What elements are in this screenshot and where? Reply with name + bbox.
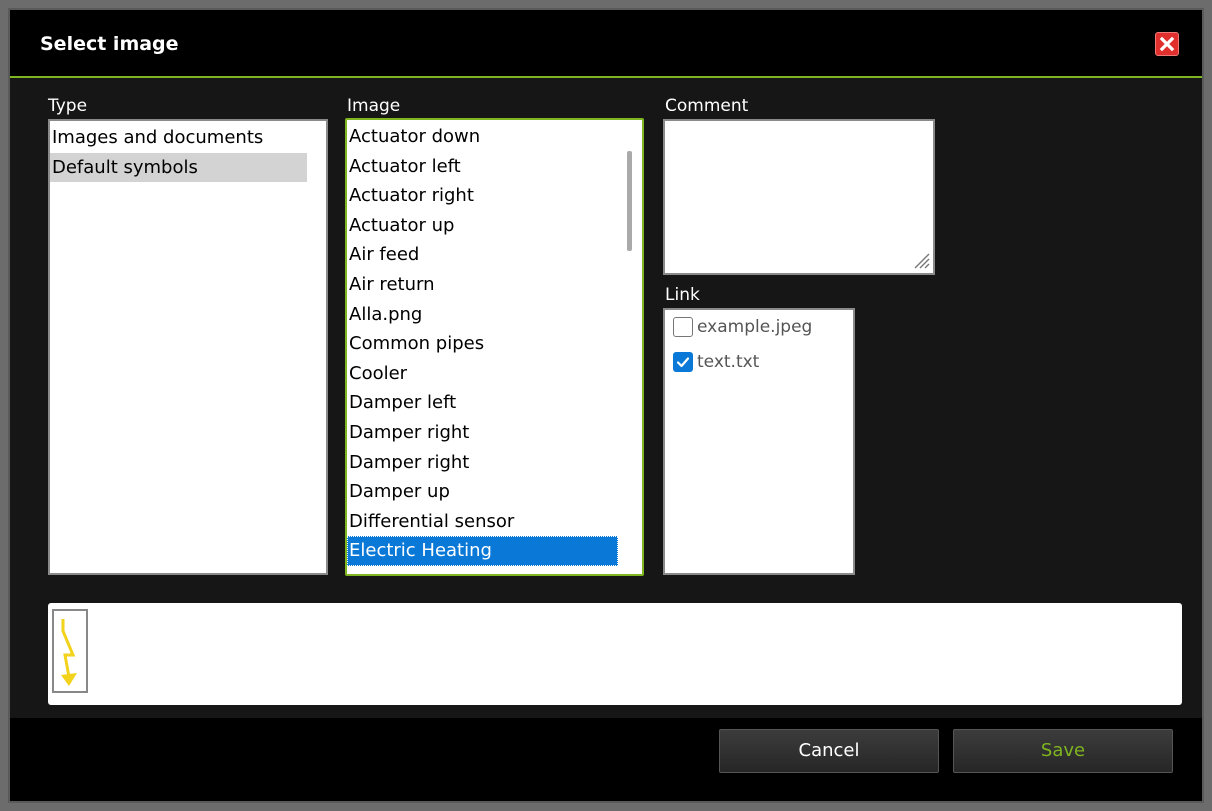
save-button[interactable]: Save [953, 729, 1173, 773]
image-item[interactable]: Air return [347, 270, 618, 300]
electric-heating-lightning-icon [61, 619, 77, 686]
comment-label: Comment [665, 96, 749, 116]
image-item[interactable]: Actuator left [347, 152, 618, 182]
dialog-titlebar: Select image [10, 10, 1202, 78]
dialog-title: Select image [40, 33, 179, 55]
cancel-button[interactable]: Cancel [719, 729, 939, 773]
link-row[interactable]: text.txt [673, 349, 759, 375]
link-name: example.jpeg [697, 317, 813, 337]
image-item[interactable]: Damper right [347, 418, 618, 448]
image-list-scrollbar[interactable] [627, 151, 632, 251]
image-item[interactable]: Damper right [347, 448, 618, 478]
image-label: Image [347, 96, 401, 116]
link-label: Link [665, 285, 700, 305]
image-item[interactable]: Actuator down [347, 122, 618, 152]
link-listbox: example.jpeg text.txt [663, 308, 855, 575]
symbol-thumbnail [52, 609, 88, 693]
type-label: Type [48, 96, 88, 116]
image-listbox[interactable]: Actuator down Actuator left Actuator rig… [345, 118, 644, 576]
resize-grip-icon[interactable] [907, 246, 931, 270]
link-checkbox[interactable] [673, 317, 693, 337]
select-image-dialog: Select image Type Images and documents D… [8, 8, 1204, 803]
type-item[interactable]: Images and documents [50, 123, 307, 153]
image-item[interactable]: Damper left [347, 388, 618, 418]
checkmark-icon [676, 357, 690, 368]
image-item[interactable]: Differential sensor [347, 507, 618, 537]
image-item[interactable]: Damper up [347, 477, 618, 507]
type-item-selected[interactable]: Default symbols [50, 152, 307, 183]
link-checkbox-checked[interactable] [673, 352, 693, 372]
image-preview [48, 603, 1182, 705]
image-item[interactable]: Cooler [347, 359, 618, 389]
link-name: text.txt [697, 352, 760, 372]
image-item[interactable]: Air feed [347, 240, 618, 270]
image-item[interactable]: Alla.png [347, 300, 618, 330]
image-item[interactable]: Actuator up [347, 211, 618, 241]
type-listbox[interactable]: Images and documents Default symbols [48, 119, 328, 575]
close-button[interactable] [1155, 32, 1179, 56]
image-item[interactable]: Common pipes [347, 329, 618, 359]
image-item-selected[interactable]: Electric Heating [347, 536, 618, 566]
close-x-icon [1159, 36, 1175, 52]
comment-textarea[interactable] [663, 119, 935, 275]
image-item[interactable]: Actuator right [347, 181, 618, 211]
link-row[interactable]: example.jpeg [673, 314, 812, 340]
